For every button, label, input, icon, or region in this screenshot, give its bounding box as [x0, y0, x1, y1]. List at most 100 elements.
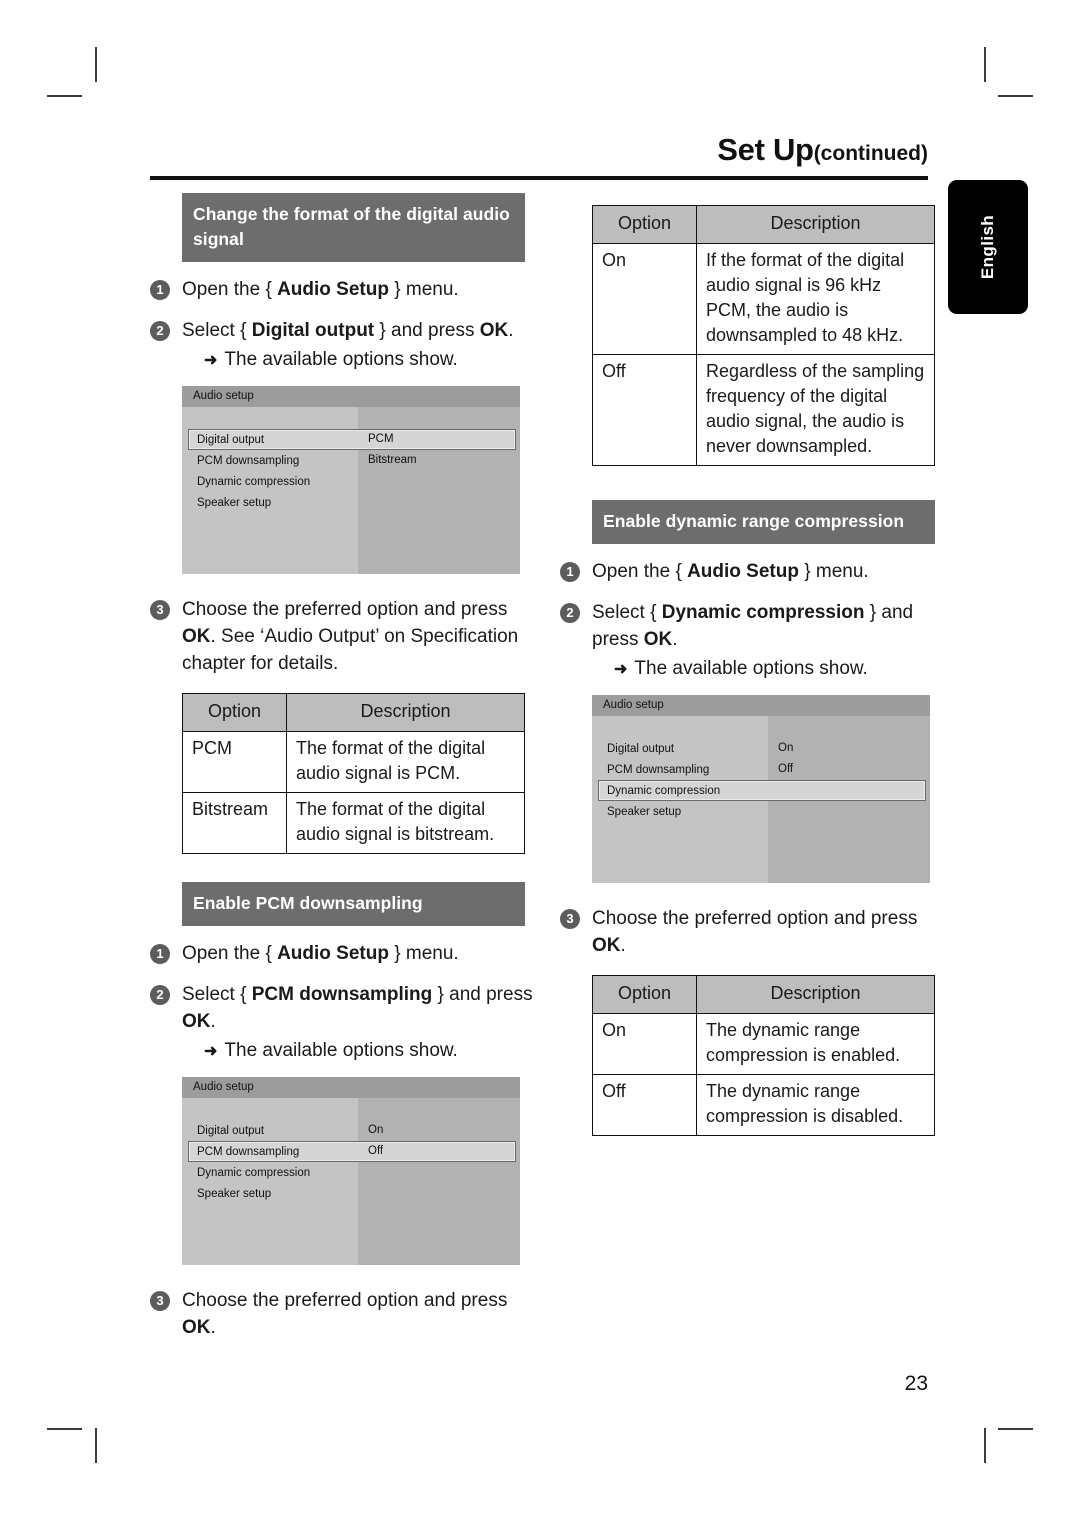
step-text: Choose the preferred option and press OK…	[592, 908, 918, 956]
section-heading-change-digital-audio-format: Change the format of the digital audio s…	[182, 193, 525, 262]
arrow-icon: ➜	[204, 1043, 218, 1060]
table-row: Off The dynamic range compression is dis…	[592, 1074, 935, 1136]
step-number: 1	[150, 280, 170, 300]
osd-value-bitstream[interactable]: Bitstream	[368, 450, 417, 471]
language-tab: English	[948, 180, 1028, 314]
osd-value-on[interactable]: On	[778, 738, 793, 759]
step-item: 1 Open the { Audio Setup } menu.	[560, 558, 950, 585]
table-cell-option: PCM	[182, 731, 287, 793]
table-cell-option: Off	[592, 1074, 697, 1136]
osd-menu-item-dynamic-compression[interactable]: Dynamic compression	[598, 780, 926, 801]
osd-value-off[interactable]: Off	[778, 759, 793, 780]
osd-value-list: PCM Bitstream	[368, 429, 417, 471]
step-item: 3 Choose the preferred option and press …	[150, 596, 540, 677]
table-cell-description: The format of the digital audio signal i…	[286, 731, 525, 793]
osd-menu-item-dynamic-compression[interactable]: Dynamic compression	[188, 471, 516, 492]
options-table-digital-output: Option Description PCM The format of the…	[182, 693, 525, 854]
osd-value-on[interactable]: On	[368, 1120, 383, 1141]
table-header-row: Option Description	[592, 205, 935, 244]
step-substep: ➜ The available options show.	[592, 655, 950, 683]
osd-title: Audio setup	[182, 1077, 520, 1098]
table-cell-description: If the format of the digital audio signa…	[696, 243, 935, 355]
osd-body: Digital output PCM downsampling Dynamic …	[182, 1098, 520, 1265]
table-row: Bitstream The format of the digital audi…	[182, 792, 525, 854]
table-header-option: Option	[592, 975, 697, 1014]
step-substep: ➜ The available options show.	[182, 346, 540, 374]
osd-menu-item-pcm-downsampling[interactable]: PCM downsampling	[188, 450, 516, 471]
step-number: 2	[560, 603, 580, 623]
step-item: 2 Select { Dynamic compression } and pre…	[560, 599, 950, 683]
table-row: On The dynamic range compression is enab…	[592, 1013, 935, 1075]
crop-mark-bottom-left-horizontal	[47, 1428, 82, 1430]
step-text: Select { Digital output } and press OK.	[182, 320, 514, 341]
osd-title: Audio setup	[592, 695, 930, 716]
table-header-row: Option Description	[182, 693, 525, 732]
table-header-description: Description	[696, 975, 935, 1014]
osd-menu-item-pcm-downsampling[interactable]: PCM downsampling	[188, 1141, 516, 1162]
osd-body: Digital output PCM downsampling Dynamic …	[592, 716, 930, 883]
language-tab-label: English	[978, 214, 997, 280]
table-cell-option: On	[592, 1013, 697, 1075]
table-header-option: Option	[182, 693, 287, 732]
step-item: 2 Select { PCM downsampling } and press …	[150, 981, 540, 1065]
osd-menu-list: Digital output PCM downsampling Dynamic …	[188, 1120, 516, 1204]
step-item: 1 Open the { Audio Setup } menu.	[150, 940, 540, 967]
table-header-option: Option	[592, 205, 697, 244]
osd-menu-list: Digital output PCM downsampling Dynamic …	[598, 738, 926, 822]
osd-menu-item-digital-output[interactable]: Digital output	[188, 429, 516, 450]
crop-mark-bottom-right-vertical	[984, 1428, 986, 1463]
osd-title: Audio setup	[182, 386, 520, 407]
substep-text: The available options show.	[224, 1040, 458, 1061]
crop-mark-bottom-right-horizontal	[998, 1428, 1033, 1430]
osd-menu-list: Digital output PCM downsampling Dynamic …	[188, 429, 516, 513]
osd-value-off[interactable]: Off	[368, 1141, 383, 1162]
header-rule	[150, 176, 928, 181]
section-heading-enable-pcm-downsampling: Enable PCM downsampling	[182, 882, 525, 926]
arrow-icon: ➜	[614, 661, 628, 678]
osd-screenshot-pcm-downsampling: Audio setup Digital output PCM downsampl…	[182, 1077, 520, 1265]
osd-body: Digital output PCM downsampling Dynamic …	[182, 407, 520, 574]
osd-menu-item-digital-output[interactable]: Digital output	[188, 1120, 516, 1141]
options-table-pcm-downsampling: Option Description On If the format of t…	[592, 205, 935, 466]
step-item: 1 Open the { Audio Setup } menu.	[150, 276, 540, 303]
table-cell-description: The format of the digital audio signal i…	[286, 792, 525, 854]
arrow-icon: ➜	[204, 352, 218, 369]
osd-value-list: On Off	[778, 738, 793, 780]
osd-menu-item-dynamic-compression[interactable]: Dynamic compression	[188, 1162, 516, 1183]
step-number: 1	[560, 562, 580, 582]
section-heading-enable-dynamic-range-compression: Enable dynamic range compression	[592, 500, 935, 544]
table-cell-description: Regardless of the sampling frequency of …	[696, 354, 935, 466]
step-number: 1	[150, 944, 170, 964]
step-item: 2 Select { Digital output } and press OK…	[150, 317, 540, 374]
substep-text: The available options show.	[634, 658, 868, 679]
osd-screenshot-digital-output: Audio setup Digital output PCM downsampl…	[182, 386, 520, 574]
osd-menu-item-digital-output[interactable]: Digital output	[598, 738, 926, 759]
page-title: Set Up(continued)	[150, 132, 928, 168]
left-column: Change the format of the digital audio s…	[150, 193, 540, 1341]
step-number: 2	[150, 321, 170, 341]
osd-menu-item-pcm-downsampling[interactable]: PCM downsampling	[598, 759, 926, 780]
osd-menu-item-speaker-setup[interactable]: Speaker setup	[188, 492, 516, 513]
step-text: Open the { Audio Setup } menu.	[592, 561, 869, 582]
osd-menu-item-speaker-setup[interactable]: Speaker setup	[598, 801, 926, 822]
page-title-suffix: (continued)	[813, 142, 928, 165]
osd-menu-item-speaker-setup[interactable]: Speaker setup	[188, 1183, 516, 1204]
table-cell-option: On	[592, 243, 697, 355]
step-item: 3 Choose the preferred option and press …	[560, 905, 950, 959]
step-number: 3	[150, 600, 170, 620]
osd-value-pcm[interactable]: PCM	[368, 429, 417, 450]
substep-text: The available options show.	[224, 349, 458, 370]
step-number: 3	[560, 909, 580, 929]
table-header-description: Description	[286, 693, 525, 732]
page-number: 23	[904, 1372, 928, 1395]
step-text: Choose the preferred option and press OK…	[182, 1290, 508, 1338]
step-text: Choose the preferred option and press OK…	[182, 599, 519, 674]
step-item: 3 Choose the preferred option and press …	[150, 1287, 540, 1341]
step-number: 3	[150, 1291, 170, 1311]
crop-mark-top-left-vertical	[95, 47, 97, 82]
table-cell-option: Off	[592, 354, 697, 466]
step-number: 2	[150, 985, 170, 1005]
step-text: Open the { Audio Setup } menu.	[182, 279, 459, 300]
crop-mark-top-left-horizontal	[47, 95, 82, 97]
osd-screenshot-dynamic-compression: Audio setup Digital output PCM downsampl…	[592, 695, 930, 883]
